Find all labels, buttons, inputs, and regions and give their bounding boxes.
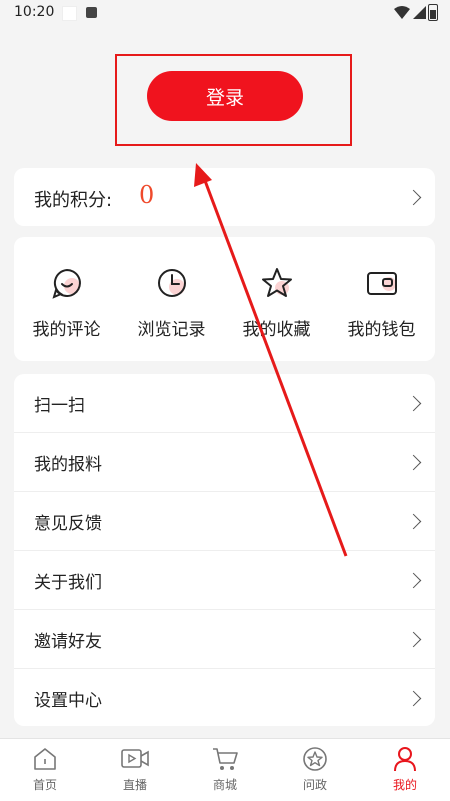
menu-item-feedback[interactable]: 意见反馈 <box>14 492 435 551</box>
app-notification-icon <box>86 7 97 18</box>
clock-icon <box>119 265 224 301</box>
chevron-right-icon <box>405 454 422 471</box>
quick-actions-card: 我的评论 浏览记录 我的收藏 我的钱包 <box>14 237 435 361</box>
tab-mine[interactable]: 我的 <box>360 745 450 793</box>
menu-item-settings[interactable]: 设置中心 <box>14 669 435 727</box>
star-circle-icon <box>270 745 360 773</box>
quick-action-label: 我的钱包 <box>347 320 416 340</box>
tab-inquiry[interactable]: 问政 <box>270 745 360 793</box>
quick-action-my-comments[interactable]: 我的评论 <box>14 265 119 340</box>
menu-item-my-reports[interactable]: 我的报料 <box>14 433 435 492</box>
status-time: 10:20 <box>14 4 55 20</box>
quick-action-history[interactable]: 浏览记录 <box>119 265 224 340</box>
tab-live[interactable]: 直播 <box>90 745 180 793</box>
cart-icon <box>180 745 270 773</box>
points-value: 0 <box>139 181 155 209</box>
login-area: 登录 <box>0 26 450 164</box>
tab-label: 商城 <box>212 778 237 792</box>
menu-item-label: 扫一扫 <box>34 396 85 416</box>
wifi-icon <box>394 6 410 19</box>
menu-item-scan[interactable]: 扫一扫 <box>14 374 435 433</box>
notification-icon <box>62 6 77 21</box>
quick-action-label: 我的收藏 <box>242 320 311 340</box>
menu-list: 扫一扫 我的报料 意见反馈 关于我们 邀请好友 设置中心 <box>14 374 435 726</box>
quick-action-label: 我的评论 <box>32 320 101 340</box>
points-label: 我的积分: <box>34 190 113 211</box>
status-bar: 10:20 <box>0 0 450 26</box>
chevron-right-icon <box>405 189 422 206</box>
menu-item-label: 我的报料 <box>34 455 102 475</box>
person-icon <box>360 745 450 773</box>
quick-action-favorites[interactable]: 我的收藏 <box>224 265 329 340</box>
video-icon <box>90 745 180 773</box>
chevron-right-icon <box>405 572 422 589</box>
login-button[interactable]: 登录 <box>147 71 303 121</box>
tab-label: 我的 <box>392 778 417 792</box>
battery-icon <box>428 4 438 21</box>
tab-label: 首页 <box>32 778 57 792</box>
quick-action-wallet[interactable]: 我的钱包 <box>329 265 434 340</box>
tab-label: 直播 <box>122 778 147 792</box>
menu-item-invite-friends[interactable]: 邀请好友 <box>14 610 435 669</box>
star-icon <box>224 265 329 301</box>
menu-item-label: 意见反馈 <box>34 514 102 534</box>
bottom-tab-bar: 首页 直播 商城 问政 我的 <box>0 738 450 801</box>
tab-home[interactable]: 首页 <box>0 745 90 793</box>
menu-item-about-us[interactable]: 关于我们 <box>14 551 435 610</box>
chevron-right-icon <box>405 395 422 412</box>
menu-item-label: 关于我们 <box>34 573 102 593</box>
chevron-right-icon <box>405 513 422 530</box>
comment-icon <box>14 265 119 301</box>
tab-label: 问政 <box>302 778 327 792</box>
signal-icon <box>413 6 426 19</box>
wallet-icon <box>329 265 434 301</box>
menu-item-label: 设置中心 <box>34 691 102 711</box>
chevron-right-icon <box>405 690 422 707</box>
chevron-right-icon <box>405 631 422 648</box>
home-icon <box>0 745 90 773</box>
points-card[interactable]: 我的积分: 0 <box>14 168 435 226</box>
quick-action-label: 浏览记录 <box>137 320 206 340</box>
menu-item-label: 邀请好友 <box>34 632 102 652</box>
tab-mall[interactable]: 商城 <box>180 745 270 793</box>
